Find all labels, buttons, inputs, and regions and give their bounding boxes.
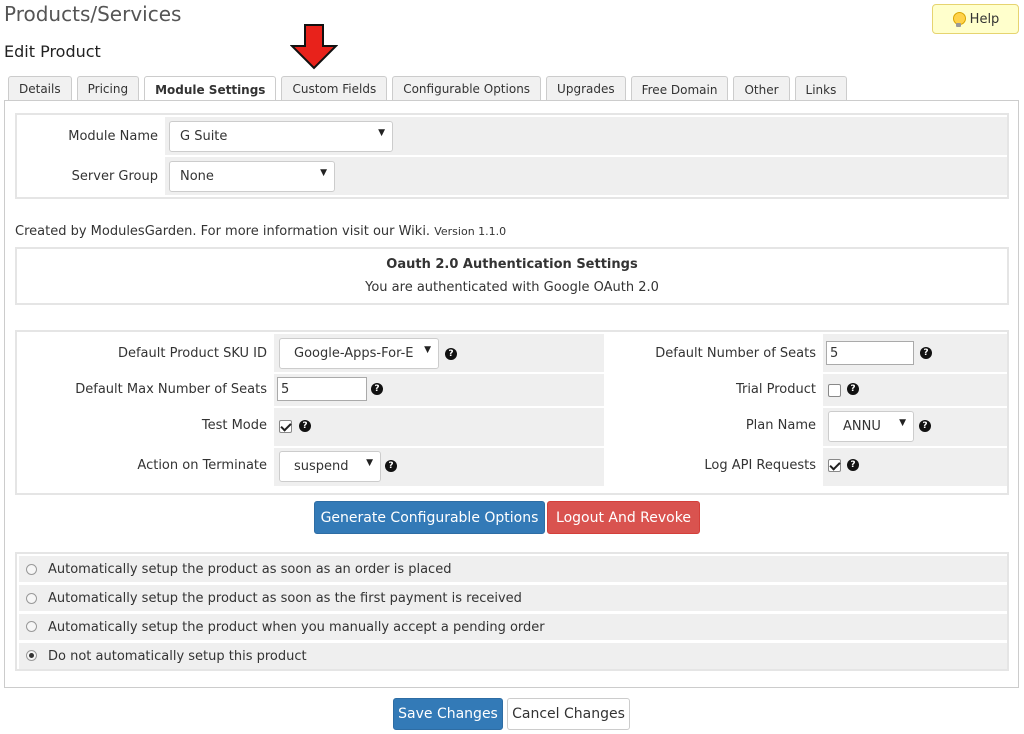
setup-option-radio[interactable] [26, 650, 37, 661]
question-icon[interactable]: ? [385, 460, 397, 472]
trial-label: Trial Product [735, 382, 816, 397]
terminate-value: suspend [294, 459, 349, 474]
setup-option-label: Automatically setup the product as soon … [48, 591, 522, 606]
num-seats-label: Default Number of Seats [655, 346, 816, 361]
settings-row [274, 408, 604, 446]
credits-main: Created by ModulesGarden. For more infor… [15, 224, 431, 239]
tab-links[interactable]: Links [794, 76, 848, 102]
sku-select[interactable]: Google-Apps-For-E ▼ [279, 338, 439, 369]
module-settings-panel: Module Name G Suite ▼ Server Group None … [4, 100, 1019, 688]
question-icon[interactable]: ? [299, 420, 311, 432]
module-name-label: Module Name [68, 129, 158, 144]
test-mode-checkbox[interactable] [279, 420, 292, 433]
setup-options-box: Automatically setup the product as soon … [15, 552, 1009, 671]
caret-down-icon: ▼ [320, 168, 327, 178]
page-title: Products/Services [4, 2, 182, 26]
module-name-value: G Suite [180, 129, 228, 144]
tab-configurable-options[interactable]: Configurable Options [392, 76, 542, 101]
caret-down-icon: ▼ [378, 128, 385, 138]
oauth-message: You are authenticated with Google OAuth … [365, 280, 659, 295]
tab-details[interactable]: Details [8, 76, 72, 101]
setup-option-radio[interactable] [26, 593, 37, 604]
trial-checkbox[interactable] [828, 384, 841, 397]
caret-down-icon: ▼ [366, 458, 373, 468]
tab-pricing[interactable]: Pricing [76, 76, 140, 101]
max-seats-label: Default Max Number of Seats [75, 382, 267, 397]
oauth-box: Oauth 2.0 Authentication Settings You ar… [15, 247, 1009, 305]
plan-select[interactable]: ANNU ▼ [828, 411, 914, 442]
question-icon[interactable]: ? [371, 383, 383, 395]
tab-custom-fields[interactable]: Custom Fields [281, 76, 388, 101]
num-seats-value: 5 [830, 345, 839, 361]
oauth-title: Oauth 2.0 Authentication Settings [386, 257, 638, 272]
tab-other[interactable]: Other [733, 76, 790, 102]
server-group-value: None [180, 169, 214, 184]
save-changes-button[interactable]: Save Changes [393, 698, 503, 730]
plan-label: Plan Name [745, 418, 816, 433]
max-seats-input[interactable]: 5 [277, 377, 367, 401]
tab-free-domain[interactable]: Free Domain [630, 76, 729, 102]
server-group-label: Server Group [71, 169, 158, 184]
question-icon[interactable]: ? [919, 420, 931, 432]
question-icon[interactable]: ? [920, 347, 932, 359]
product-tabs: Details Pricing Module Settings Custom F… [8, 76, 848, 102]
test-mode-label: Test Mode [201, 418, 267, 433]
log-label: Log API Requests [704, 458, 816, 473]
logout-revoke-button[interactable]: Logout And Revoke [547, 501, 700, 534]
tab-module-settings[interactable]: Module Settings [144, 76, 277, 102]
num-seats-input[interactable]: 5 [826, 341, 914, 365]
credits-version: Version 1.1.0 [434, 225, 507, 238]
setup-option-label: Automatically setup the product when you… [48, 620, 545, 635]
setup-option-radio[interactable] [26, 621, 37, 632]
sku-value: Google-Apps-For-E [294, 346, 414, 361]
setup-option-radio[interactable] [26, 564, 37, 575]
red-arrow-down-icon [290, 24, 338, 70]
plan-value: ANNU [843, 419, 881, 434]
terminate-select[interactable]: suspend ▼ [279, 451, 381, 482]
credits-text: Created by ModulesGarden. For more infor… [15, 224, 506, 239]
caret-down-icon: ▼ [424, 345, 431, 355]
setup-option-label: Do not automatically setup this product [48, 649, 307, 664]
log-checkbox[interactable] [828, 459, 841, 472]
caret-down-icon: ▼ [899, 418, 906, 428]
help-button-label: Help [969, 11, 1000, 27]
page-subtitle: Edit Product [4, 42, 101, 61]
lightbulb-icon [952, 11, 966, 27]
question-icon[interactable]: ? [445, 348, 457, 360]
settings-box: Default Product SKU ID Default Max Numbe… [15, 330, 1009, 495]
terminate-label: Action on Terminate [137, 458, 267, 473]
question-icon[interactable]: ? [847, 383, 859, 395]
question-icon[interactable]: ? [847, 459, 859, 471]
cancel-changes-button[interactable]: Cancel Changes [507, 698, 630, 730]
sku-label: Default Product SKU ID [117, 346, 267, 361]
max-seats-value: 5 [281, 381, 290, 397]
module-box: Module Name G Suite ▼ Server Group None … [15, 113, 1009, 199]
help-button[interactable]: Help [932, 4, 1019, 34]
tab-upgrades[interactable]: Upgrades [546, 76, 626, 101]
server-group-select[interactable]: None ▼ [169, 161, 335, 192]
module-name-select[interactable]: G Suite ▼ [169, 121, 393, 152]
generate-options-button[interactable]: Generate Configurable Options [314, 501, 545, 534]
setup-option-label: Automatically setup the product as soon … [48, 562, 452, 577]
